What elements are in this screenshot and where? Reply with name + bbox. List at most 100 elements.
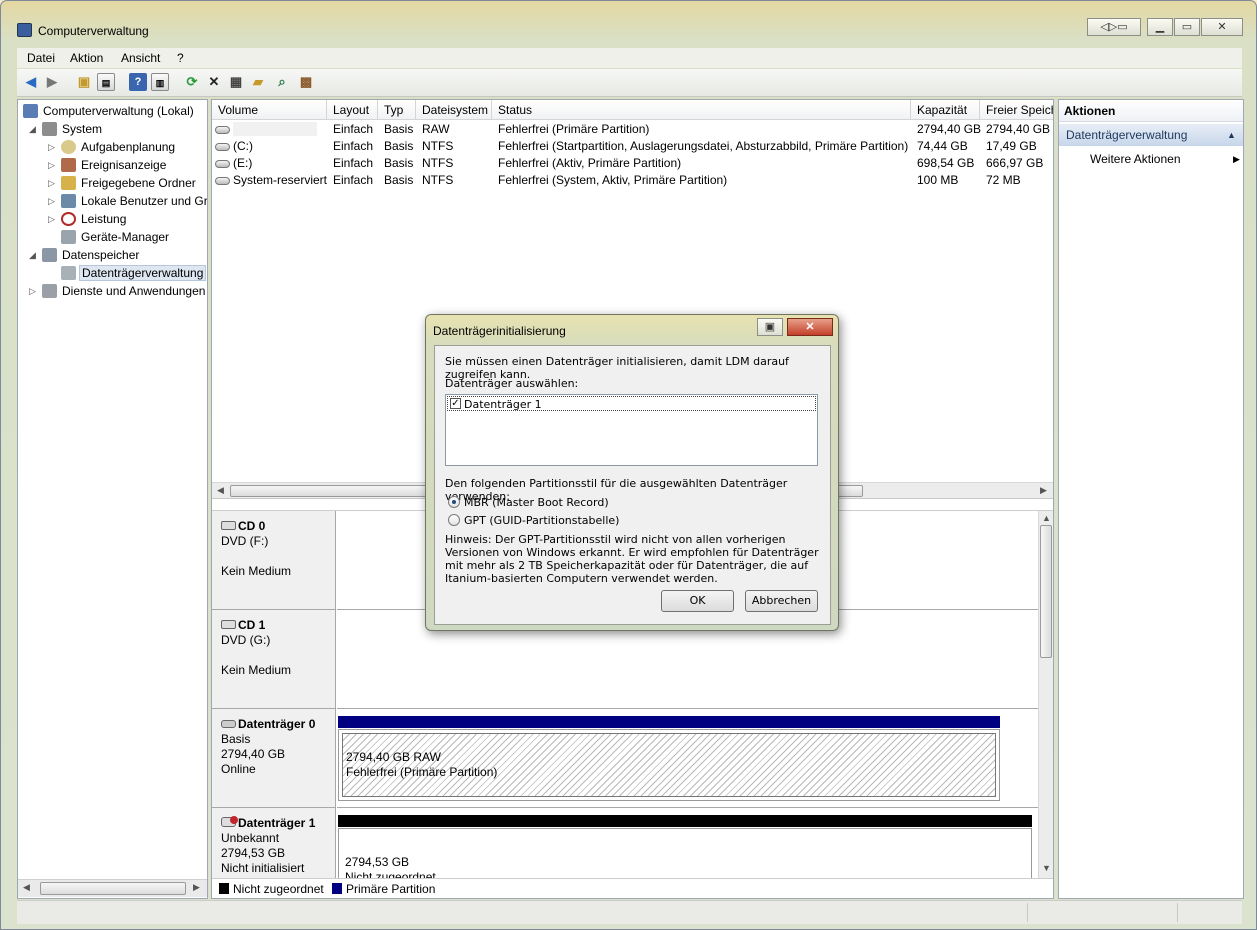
- volume-name: (C:): [233, 139, 253, 153]
- tree-item-system[interactable]: ◢ System: [18, 120, 207, 138]
- tree-item-root[interactable]: Computerverwaltung (Lokal): [18, 102, 207, 120]
- expanded-arrow-icon[interactable]: ◢: [29, 120, 37, 138]
- scroll-left-arrow-icon[interactable]: ◀: [217, 485, 224, 496]
- up-folder-icon[interactable]: ▣: [75, 73, 93, 91]
- disk-label-cd0[interactable]: CD 0 DVD (F:) Kein Medium: [212, 511, 336, 610]
- disk-label-disk1[interactable]: Datenträger 1 Unbekannt 2794,53 GB Nicht…: [212, 808, 336, 878]
- help-icon[interactable]: ?: [129, 73, 147, 91]
- layout-cell: Einfach: [333, 122, 374, 136]
- menu-aktion[interactable]: Aktion: [70, 51, 103, 65]
- actions-title: Aktionen: [1059, 100, 1243, 122]
- table-row[interactable]: Einfach Basis RAW Fehlerfrei (Primäre Pa…: [212, 121, 1053, 138]
- tree-horizontal-scrollbar[interactable]: ◀ ▶: [18, 879, 207, 897]
- disk-name: Datenträger 1: [238, 816, 316, 830]
- minimize-button[interactable]: ▁: [1147, 18, 1173, 36]
- disk-type: DVD (G:): [221, 633, 271, 647]
- tools-icon: [42, 122, 57, 136]
- refresh-icon[interactable]: ⟳: [183, 73, 201, 91]
- menu-help[interactable]: ?: [177, 51, 184, 65]
- tree-item-leistung[interactable]: ▷ Leistung: [18, 210, 207, 228]
- tree-item-lokale-benutzer[interactable]: ▷ Lokale Benutzer und Gruppen: [18, 192, 207, 210]
- menu-ansicht[interactable]: Ansicht: [121, 51, 160, 65]
- disk-list-item[interactable]: ✓ Datenträger 1: [447, 396, 816, 411]
- ok-button[interactable]: OK: [661, 590, 734, 612]
- tree-item-aufgabenplanung[interactable]: ▷ Aufgabenplanung: [18, 138, 207, 156]
- forward-arrow-icon[interactable]: ▶: [43, 73, 61, 91]
- collapsed-arrow-icon[interactable]: ▷: [48, 192, 56, 210]
- disk-checkbox[interactable]: ✓: [450, 398, 461, 409]
- mbr-radio[interactable]: [448, 496, 460, 508]
- tree-item-datenspeicher[interactable]: ◢ Datenspeicher: [18, 246, 207, 264]
- column-header-dateisystem[interactable]: Dateisystem: [416, 100, 492, 120]
- scroll-right-arrow-icon[interactable]: ▶: [1040, 485, 1047, 496]
- tree-item-ereignisanzeige[interactable]: ▷ Ereignisanzeige: [18, 156, 207, 174]
- expanded-arrow-icon[interactable]: ◢: [29, 246, 37, 264]
- status-cell: Fehlerfrei (Primäre Partition): [498, 122, 650, 136]
- tree-item-freigegebene-ordner[interactable]: ▷ Freigegebene Ordner: [18, 174, 207, 192]
- collapsed-arrow-icon[interactable]: ▷: [48, 174, 56, 192]
- computer-management-icon: [17, 23, 32, 37]
- collapsed-arrow-icon[interactable]: ▷: [48, 210, 56, 228]
- disk-status: Online: [221, 762, 256, 776]
- dialog-close-button[interactable]: ✕: [787, 318, 833, 336]
- scroll-right-arrow-icon[interactable]: ▶: [193, 882, 200, 893]
- show-hide-tree-icon[interactable]: ▤: [97, 73, 115, 91]
- restore-layout-button[interactable]: ◁▷▭: [1087, 18, 1141, 36]
- dateisystem-cell: NTFS: [422, 139, 454, 153]
- maximize-button[interactable]: ▭: [1174, 18, 1200, 36]
- scroll-down-arrow-icon[interactable]: ▼: [1042, 863, 1051, 873]
- collapsed-arrow-icon[interactable]: ▷: [29, 282, 37, 300]
- volume-icon: [215, 160, 230, 168]
- device-manager-icon: [61, 230, 76, 244]
- menu-datei[interactable]: Datei: [27, 51, 55, 65]
- disk-label-cd1[interactable]: CD 1 DVD (G:) Kein Medium: [212, 610, 336, 709]
- layout-cell: Einfach: [333, 156, 374, 170]
- table-row[interactable]: (C:) Einfach Basis NTFS Fehlerfrei (Star…: [212, 138, 1053, 155]
- column-header-volume[interactable]: Volume: [212, 100, 327, 120]
- column-header-kapazitaet[interactable]: Kapazität: [911, 100, 980, 120]
- collapsed-arrow-icon[interactable]: ▷: [48, 156, 56, 174]
- column-header-typ[interactable]: Typ: [378, 100, 416, 120]
- column-header-freier-speicher[interactable]: Freier Speich: [980, 100, 1053, 120]
- users-icon: [61, 194, 76, 208]
- tree-item-label: Ereignisanzeige: [81, 158, 167, 172]
- tree-item-geraete-manager[interactable]: Geräte-Manager: [18, 228, 207, 246]
- column-header-status[interactable]: Status: [492, 100, 911, 120]
- properties-icon[interactable]: ▦: [227, 73, 245, 91]
- gpt-radio[interactable]: [448, 514, 460, 526]
- search-icon[interactable]: ⌕: [273, 73, 291, 91]
- partition-size: 2794,53 GB: [345, 855, 410, 869]
- table-row[interactable]: (E:) Einfach Basis NTFS Fehlerfrei (Akti…: [212, 155, 1053, 172]
- table-row[interactable]: System-reserviert Einfach Basis NTFS Feh…: [212, 172, 1053, 189]
- partition-status: Nicht zugeordnet: [345, 870, 436, 878]
- partition-unallocated[interactable]: 2794,53 GB Nicht zugeordnet: [338, 828, 1032, 878]
- disk-size: 2794,53 GB: [221, 846, 286, 860]
- back-arrow-icon[interactable]: ◀: [22, 73, 40, 91]
- tree-item-dienste[interactable]: ▷ Dienste und Anwendungen: [18, 282, 207, 300]
- cancel-button[interactable]: Abbrechen: [745, 590, 818, 612]
- actions-section-header[interactable]: Datenträgerverwaltung ▲: [1059, 124, 1243, 146]
- delete-icon[interactable]: ✕: [205, 73, 223, 91]
- disk-area-disk0: 2794,40 GB RAW Fehlerfrei (Primäre Parti…: [337, 709, 1038, 808]
- disk-properties-icon[interactable]: ▩: [297, 73, 315, 91]
- tree-item-datentraegerverwaltung[interactable]: Datenträgerverwaltung: [18, 264, 207, 282]
- disk-view-vertical-scrollbar[interactable]: ▲ ▼: [1038, 511, 1053, 878]
- scroll-up-arrow-icon[interactable]: ▲: [1042, 513, 1051, 523]
- more-actions-item[interactable]: Weitere Aktionen ▶: [1059, 150, 1243, 168]
- collapsed-arrow-icon[interactable]: ▷: [48, 138, 56, 156]
- scroll-thumb[interactable]: [40, 882, 186, 895]
- dialog-help-button[interactable]: ▣: [757, 318, 783, 336]
- show-hide-action-pane-icon[interactable]: ▥: [151, 73, 169, 91]
- disk-label-disk0[interactable]: Datenträger 0 Basis 2794,40 GB Online: [212, 709, 336, 808]
- collapse-arrow-icon[interactable]: ▲: [1227, 124, 1236, 146]
- close-button[interactable]: ✕: [1201, 18, 1243, 36]
- disk-listbox[interactable]: ✓ Datenträger 1: [445, 394, 818, 466]
- partition-raw[interactable]: 2794,40 GB RAW Fehlerfrei (Primäre Parti…: [338, 729, 1000, 801]
- scroll-thumb[interactable]: [1040, 525, 1052, 658]
- mbr-label[interactable]: MBR (Master Boot Record): [464, 496, 609, 509]
- column-header-layout[interactable]: Layout: [327, 100, 378, 120]
- scroll-left-arrow-icon[interactable]: ◀: [23, 882, 30, 893]
- gpt-label[interactable]: GPT (GUID-Partitionstabelle): [464, 514, 619, 527]
- init-disk-dialog: Datenträgerinitialisierung ▣ ✕ Sie müsse…: [425, 314, 839, 631]
- open-folder-icon[interactable]: ▰: [249, 73, 267, 91]
